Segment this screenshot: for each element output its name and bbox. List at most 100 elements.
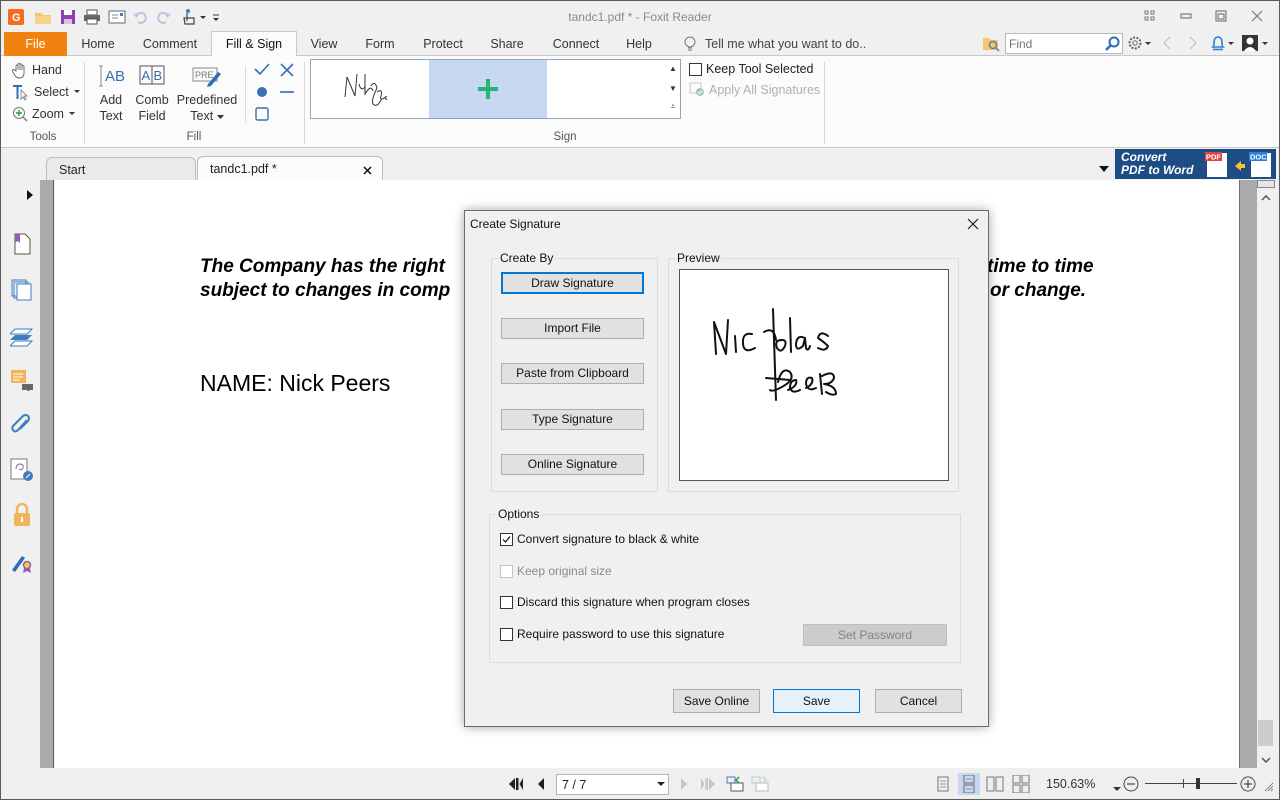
settings-gear-icon[interactable] <box>1127 35 1151 54</box>
bookmarks-icon[interactable] <box>10 232 34 256</box>
checkmark-tool-icon[interactable] <box>253 61 271 80</box>
notification-bell-icon[interactable] <box>1210 34 1236 55</box>
zoom-in-icon[interactable] <box>1239 775 1257 793</box>
attachments-icon[interactable] <box>10 414 34 438</box>
keep-original-size-checkbox[interactable] <box>500 565 513 578</box>
convert-bw-checkbox[interactable] <box>500 533 513 546</box>
hand-tool-button[interactable]: Hand <box>12 60 62 80</box>
tab-view[interactable]: View <box>302 32 346 56</box>
save-online-button[interactable]: Save Online <box>673 689 760 713</box>
add-text-button[interactable]: AB Add Text <box>94 64 128 124</box>
last-page-icon[interactable] <box>699 775 717 793</box>
scroll-up-icon[interactable] <box>1261 195 1271 201</box>
select-tool-button[interactable]: Select <box>12 82 81 102</box>
digital-id-icon[interactable] <box>10 550 34 574</box>
box-tool-icon[interactable] <box>254 106 270 125</box>
close-window-button[interactable] <box>1243 6 1271 26</box>
zoom-level[interactable]: 150.63% <box>1046 777 1095 791</box>
zoom-slider-thumb[interactable] <box>1196 778 1200 789</box>
predefined-text-button[interactable]: PRE Predefined Text <box>175 64 239 124</box>
tab-list-dropdown-icon[interactable] <box>1099 162 1109 176</box>
apply-all-signatures-button[interactable]: Apply All Signatures <box>689 82 820 97</box>
cancel-button[interactable]: Cancel <box>875 689 962 713</box>
tell-me-search[interactable]: Tell me what you want to do.. <box>683 36 866 52</box>
cross-tool-icon[interactable] <box>279 62 295 81</box>
tab-form[interactable]: Form <box>357 32 403 56</box>
online-signature-button[interactable]: Online Signature <box>501 454 644 475</box>
page-number-input[interactable] <box>557 775 652 794</box>
find-field[interactable] <box>1005 33 1123 54</box>
keep-original-size-option[interactable]: Keep original size <box>500 564 612 578</box>
tab-connect[interactable]: Connect <box>545 32 607 56</box>
continuous-view-icon[interactable] <box>958 773 980 795</box>
nav-back-icon[interactable] <box>1162 36 1172 53</box>
scroll-split-handle[interactable] <box>1257 180 1275 188</box>
page-number-field[interactable] <box>556 774 669 795</box>
scroll-down-icon[interactable] <box>1261 757 1271 763</box>
redo-icon[interactable] <box>154 7 174 27</box>
undo-icon[interactable] <box>130 7 150 27</box>
signature-preview[interactable] <box>679 269 949 481</box>
tab-fill-and-sign[interactable]: Fill & Sign <box>211 31 297 56</box>
page-dropdown-icon[interactable] <box>657 782 665 787</box>
discard-signature-checkbox[interactable] <box>500 596 513 609</box>
require-password-checkbox[interactable] <box>500 628 513 641</box>
first-page-icon[interactable] <box>507 775 525 793</box>
tab-home[interactable]: Home <box>70 32 126 56</box>
find-input[interactable] <box>1006 34 1102 53</box>
signatures-panel-icon[interactable] <box>10 458 34 482</box>
dot-tool-icon[interactable] <box>255 85 269 102</box>
save-icon[interactable] <box>58 7 78 27</box>
comments-icon[interactable] <box>10 368 34 392</box>
zoom-slider-track[interactable] <box>1145 783 1237 784</box>
facing-view-icon[interactable] <box>986 775 1004 793</box>
single-page-view-icon[interactable] <box>934 775 952 793</box>
print-icon[interactable] <box>82 7 102 27</box>
tab-comment[interactable]: Comment <box>132 32 208 56</box>
find-folder-icon[interactable] <box>982 35 1000 55</box>
convert-bw-option[interactable]: Convert signature to black & white <box>500 532 699 546</box>
add-signature-button[interactable] <box>429 60 547 118</box>
email-icon[interactable] <box>107 7 127 27</box>
layers-icon[interactable] <box>10 325 34 349</box>
expand-panel-icon[interactable] <box>27 189 33 203</box>
type-signature-button[interactable]: Type Signature <box>501 409 644 430</box>
paste-from-clipboard-button[interactable]: Paste from Clipboard <box>501 363 644 384</box>
security-lock-icon[interactable] <box>10 503 34 527</box>
previous-page-icon[interactable] <box>532 775 550 793</box>
convert-pdf-to-word-banner[interactable]: Convert PDF to Word PDF DOC <box>1115 149 1276 179</box>
discard-signature-option[interactable]: Discard this signature when program clos… <box>500 595 750 609</box>
next-page-icon[interactable] <box>675 775 693 793</box>
save-button[interactable]: Save <box>773 689 860 713</box>
require-password-option[interactable]: Require password to use this signature <box>500 627 724 641</box>
comb-field-button[interactable]: AB Comb Field <box>133 64 171 124</box>
search-icon[interactable] <box>1104 36 1120 52</box>
pages-icon[interactable] <box>10 278 34 302</box>
previous-view-icon[interactable] <box>726 775 744 793</box>
vertical-scrollbar[interactable] <box>1257 180 1277 768</box>
doc-tab-start[interactable]: Start <box>46 157 196 181</box>
line-tool-icon[interactable] <box>279 85 295 102</box>
set-password-button[interactable]: Set Password <box>803 624 947 646</box>
dialog-close-button[interactable] <box>962 214 984 234</box>
continuous-facing-view-icon[interactable] <box>1012 775 1030 793</box>
gallery-scroll-up-icon[interactable]: ▲ <box>668 62 678 76</box>
keep-tool-checkbox-box[interactable] <box>689 63 702 76</box>
keep-tool-selected-checkbox[interactable]: Keep Tool Selected <box>689 62 814 76</box>
gallery-scroll-down-icon[interactable]: ▼ <box>668 82 678 96</box>
restore-layout-icon[interactable] <box>1136 6 1164 26</box>
saved-signature-thumbnail[interactable] <box>325 62 415 117</box>
tab-protect[interactable]: Protect <box>414 32 472 56</box>
nav-forward-icon[interactable] <box>1188 36 1198 53</box>
tab-file[interactable]: File <box>4 32 67 56</box>
scroll-thumb[interactable] <box>1258 720 1273 746</box>
draw-signature-button[interactable]: Draw Signature <box>501 272 644 294</box>
foxit-logo-icon[interactable]: G <box>6 7 26 27</box>
maximize-button[interactable] <box>1207 6 1235 26</box>
doc-tab-tandc1[interactable]: tandc1.pdf * <box>197 156 383 181</box>
user-account-icon[interactable] <box>1241 34 1269 55</box>
zoom-out-icon[interactable] <box>1122 775 1140 793</box>
customize-quick-access-icon[interactable] <box>206 7 226 27</box>
minimize-button[interactable] <box>1172 6 1200 26</box>
next-view-icon[interactable] <box>751 775 769 793</box>
